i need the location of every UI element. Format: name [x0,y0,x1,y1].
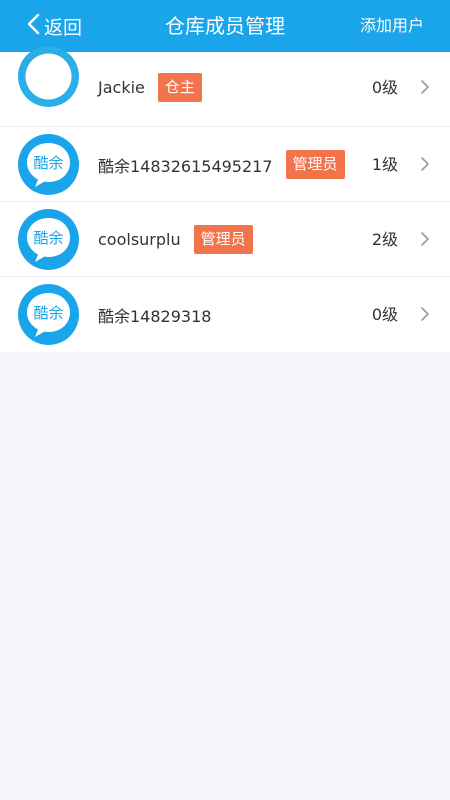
member-level: 0级 [371,78,398,97]
chevron-right-icon [420,306,430,322]
role-badge: 管理员 [193,225,253,254]
kuyu-logo-avatar-icon: 酷余 [18,134,79,195]
avatar-text: 酷余 [33,154,63,172]
add-user-button[interactable]: 添加用户 [360,0,424,52]
back-button[interactable]: 返回 [26,0,82,52]
member-row[interactable]: 酷余 coolsurplu 管理员 2级 [0,202,450,277]
member-level: 0级 [371,305,398,324]
member-list: Jackie 仓主 0级 酷余 酷余14832615495217 管理员 1级 [0,46,450,352]
kuyu-logo-avatar-icon: 酷余 [18,209,79,270]
default-avatar-icon [18,46,79,107]
member-level: 2级 [371,230,398,249]
kuyu-logo-avatar-icon: 酷余 [18,284,79,345]
role-badge: 管理员 [285,150,345,179]
member-name: 酷余14829318 [98,306,212,326]
role-badge: 仓主 [157,73,202,102]
avatar-text: 酷余 [33,229,63,247]
member-name: coolsurplu [98,230,181,249]
member-row[interactable]: Jackie 仓主 0级 [0,46,450,127]
back-label: 返回 [44,16,83,39]
chevron-left-icon [26,13,40,39]
member-row[interactable]: 酷余 酷余14832615495217 管理员 1级 [0,127,450,202]
member-level: 1级 [371,155,398,174]
member-name: 酷余14832615495217 [98,156,273,176]
chevron-right-icon [420,231,430,247]
chevron-right-icon [420,156,430,172]
member-row[interactable]: 酷余 酷余14829318 0级 [0,277,450,352]
chevron-right-icon [420,79,430,95]
member-name: Jackie [98,78,145,97]
avatar-text: 酷余 [33,304,63,322]
header-bar: 返回 仓库成员管理 添加用户 [0,0,450,52]
